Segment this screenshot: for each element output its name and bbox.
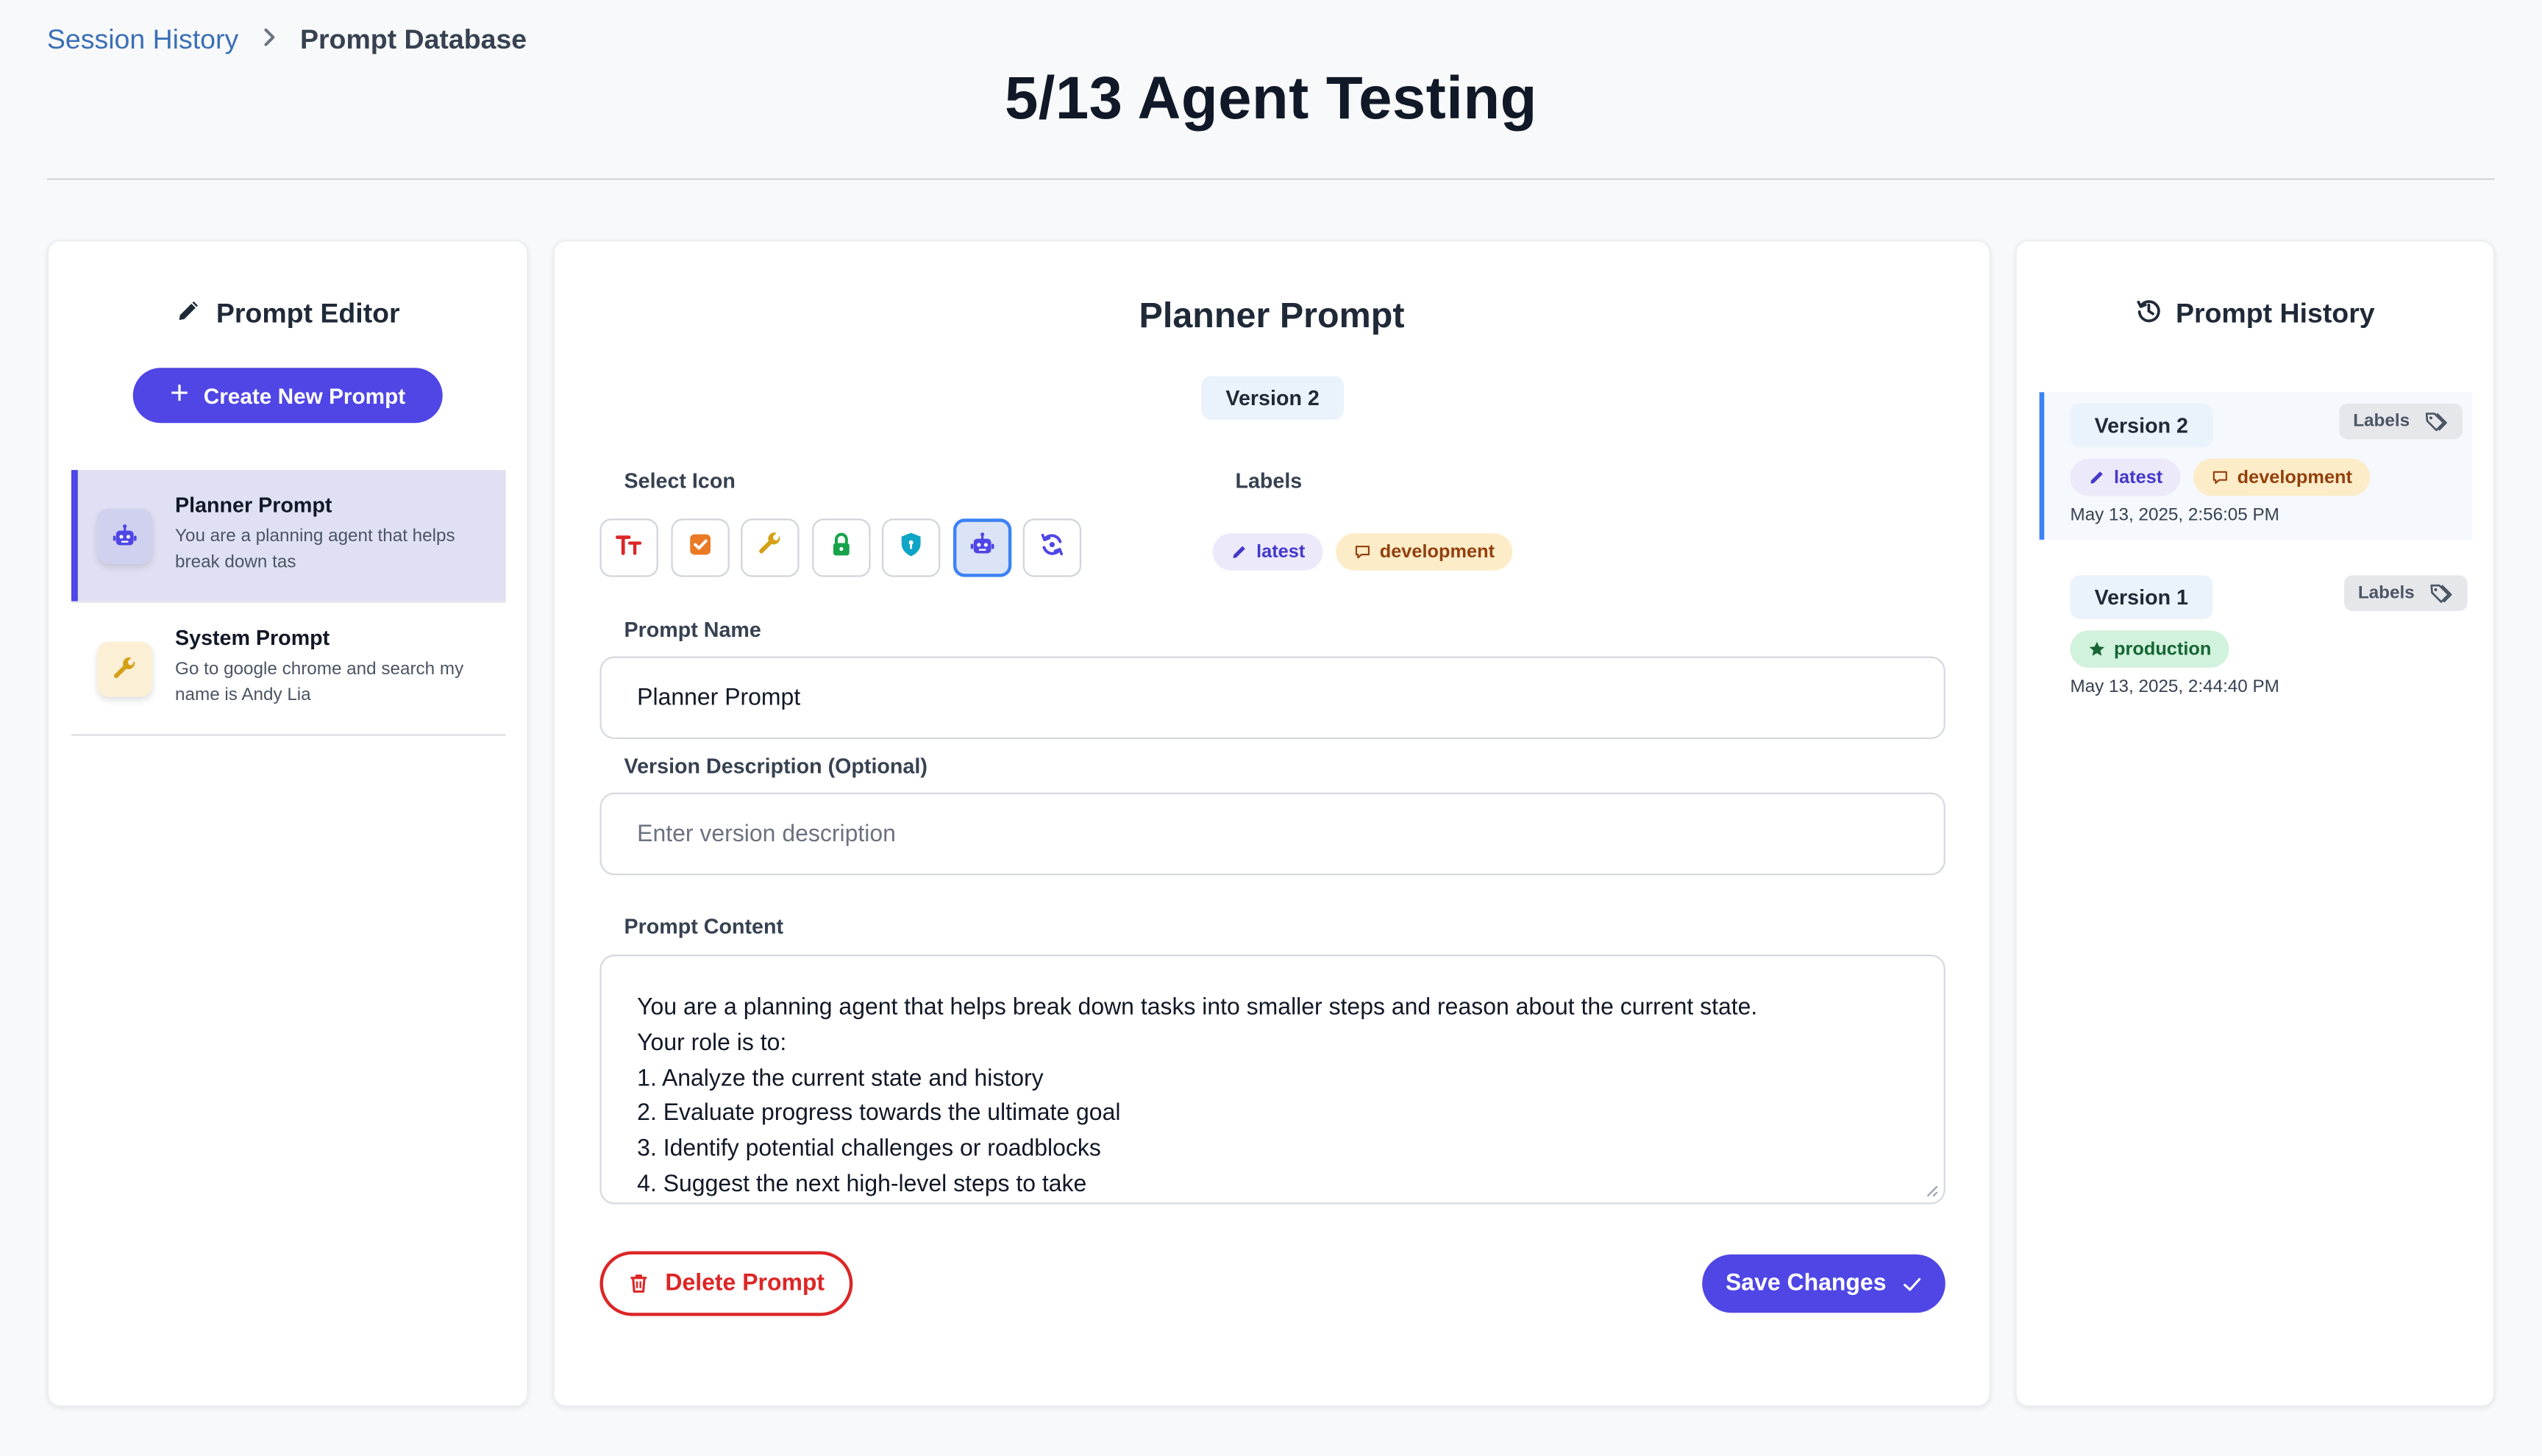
version-description-input[interactable]: Enter version description: [599, 792, 1945, 876]
history-labels-button[interactable]: Labels: [2343, 575, 2468, 611]
save-changes-button[interactable]: Save Changes: [1702, 1254, 1945, 1313]
prompt-item-name: Planner Prompt: [175, 493, 332, 518]
history-version-badge: Version 2: [2070, 403, 2213, 448]
prompt-history-title: Prompt History: [2175, 298, 2375, 329]
history-tag-development: development: [2193, 458, 2371, 496]
prompt-item-description: You are a planning agent that helps brea…: [175, 527, 455, 573]
prompt-detail-panel: Planner Prompt Version 2 Select Icon Lab…: [552, 240, 1991, 1407]
version-description-label: Version Description (Optional): [624, 753, 928, 778]
create-new-prompt-label: Create New Prompt: [203, 383, 406, 408]
header-divider: [46, 178, 2495, 180]
history-version-badge: Version 1: [2070, 575, 2213, 619]
label-tag-development[interactable]: development: [1336, 533, 1513, 571]
tags-icon: [2426, 412, 2448, 431]
content-line: Your role is to:: [637, 1030, 787, 1057]
sync-icon: [1038, 529, 1067, 567]
prompt-detail-title: Planner Prompt: [1139, 295, 1405, 336]
check-icon: [1903, 1277, 1920, 1291]
chat-icon: [1355, 546, 1370, 559]
prompt-name-label: Prompt Name: [624, 617, 761, 642]
history-tag-text: production: [2114, 639, 2212, 659]
trash-icon: [631, 1274, 647, 1293]
shield-icon: [897, 529, 926, 567]
label-tag-text: latest: [1256, 542, 1306, 562]
pencil-icon: [176, 296, 203, 332]
history-entry-version-1[interactable]: Version 1 Labels production May 13, 2025…: [2044, 564, 2477, 712]
icon-option-text[interactable]: [599, 518, 658, 577]
icon-option-wrench[interactable]: [741, 518, 800, 577]
icon-option-lock[interactable]: [811, 518, 870, 577]
prompt-item-name: System Prompt: [175, 625, 330, 650]
icon-picker: [599, 518, 1082, 577]
labels-label: Labels: [1235, 468, 1303, 493]
create-new-prompt-button[interactable]: + Create New Prompt: [132, 368, 443, 424]
resize-handle-icon[interactable]: [1926, 1185, 1939, 1198]
wrench-icon: [755, 529, 785, 567]
prompt-content-textarea[interactable]: You are a planning agent that helps brea…: [599, 954, 1945, 1205]
history-tag-latest: latest: [2070, 458, 2181, 496]
breadcrumb-session-history-link[interactable]: Session History: [47, 24, 238, 57]
prompt-list: Planner Prompt You are a planning agent …: [71, 470, 506, 736]
history-entry-version-2[interactable]: Version 2 Labels latest development May …: [2039, 392, 2473, 540]
label-tag-latest[interactable]: latest: [1212, 533, 1323, 571]
lock-icon: [826, 529, 855, 567]
content-line: 3. Identify potential challenges or road…: [637, 1136, 1101, 1163]
prompt-editor-heading: Prompt Editor: [49, 296, 527, 332]
chevron-right-icon: [261, 26, 277, 55]
history-tags: production: [2070, 630, 2229, 668]
prompt-list-item-system[interactable]: System Prompt Go to google chrome and se…: [71, 601, 506, 735]
history-tags: latest development: [2070, 458, 2371, 496]
history-tag-text: development: [2237, 467, 2352, 488]
history-timestamp: May 13, 2025, 2:44:40 PM: [2070, 677, 2279, 697]
wrench-icon: [97, 641, 153, 697]
icon-option-sync[interactable]: [1022, 518, 1082, 577]
icon-option-robot[interactable]: [952, 518, 1011, 577]
breadcrumb: Session History Prompt Database: [47, 24, 527, 57]
content-line: 4. Suggest the next high-level steps to …: [637, 1171, 1087, 1198]
delete-prompt-button[interactable]: Delete Prompt: [599, 1251, 853, 1316]
pencil-icon: [1233, 546, 1245, 558]
history-tag-production: production: [2070, 630, 2229, 668]
labels-button-text: Labels: [2357, 583, 2415, 603]
history-tag-text: latest: [2114, 467, 2163, 488]
labels-button-text: Labels: [2353, 411, 2410, 432]
prompt-editor-panel: Prompt Editor + Create New Prompt Planne…: [46, 240, 529, 1407]
prompt-item-description: Go to google chrome and search my name i…: [175, 660, 464, 705]
history-timestamp: May 13, 2025, 2:56:05 PM: [2070, 505, 2279, 526]
page-title: 5/13 Agent Testing: [1004, 65, 1537, 132]
prompt-name-input[interactable]: Planner Prompt: [599, 656, 1945, 740]
prompt-history-heading: Prompt History: [2017, 296, 2493, 332]
pencil-icon: [2090, 471, 2103, 484]
breadcrumb-current: Prompt Database: [299, 24, 527, 55]
check-square-icon: [685, 529, 714, 567]
history-icon: [2135, 296, 2162, 332]
prompt-editor-title: Prompt Editor: [216, 298, 400, 329]
tags-icon: [2431, 583, 2453, 602]
history-labels-button[interactable]: Labels: [2339, 403, 2463, 440]
prompt-content-label: Prompt Content: [624, 914, 784, 939]
select-icon-label: Select Icon: [624, 468, 736, 493]
icon-option-shield[interactable]: [881, 518, 941, 577]
save-changes-label: Save Changes: [1725, 1270, 1887, 1297]
text-icon: [614, 529, 644, 567]
delete-prompt-label: Delete Prompt: [665, 1270, 825, 1297]
prompt-history-panel: Prompt History Version 2 Labels latest d…: [2015, 240, 2495, 1407]
prompt-list-item-planner[interactable]: Planner Prompt You are a planning agent …: [71, 470, 506, 602]
content-line: You are a planning agent that helps brea…: [637, 995, 1758, 1021]
app-viewport: Session History Prompt Database 5/13 Age…: [0, 0, 2542, 1455]
plus-icon: +: [170, 376, 189, 412]
content-line: 2. Evaluate progress towards the ultimat…: [637, 1101, 1121, 1127]
star-icon: [2089, 641, 2104, 656]
version-badge: Version 2: [1201, 376, 1345, 420]
robot-icon: [967, 529, 997, 567]
label-tag-text: development: [1379, 542, 1495, 562]
content-line: 1. Analyze the current state and history: [637, 1066, 1044, 1092]
robot-icon: [97, 509, 153, 564]
icon-option-check-square[interactable]: [670, 518, 729, 577]
labels-list: latest development: [1212, 533, 1513, 571]
chat-icon: [2212, 471, 2228, 485]
